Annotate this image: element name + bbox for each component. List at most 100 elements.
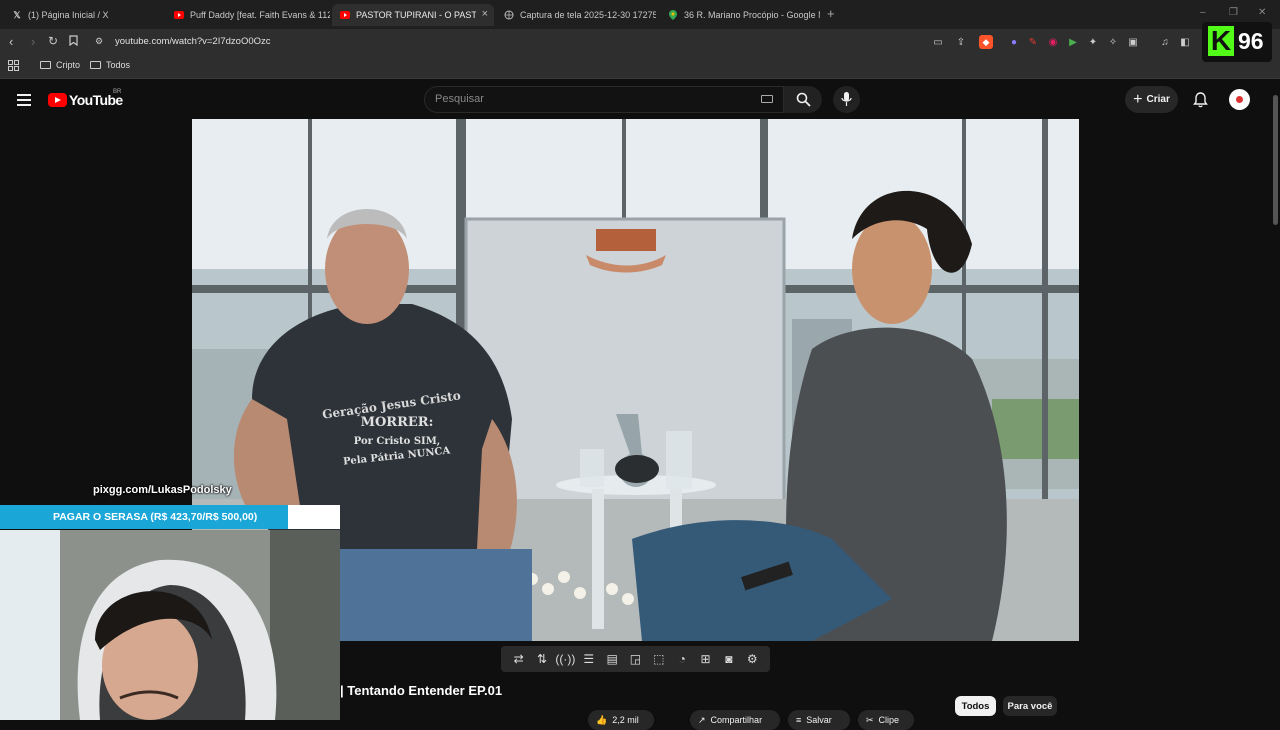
keyboard-icon[interactable] [761,95,773,103]
video-title: | Tentando Entender EP.01 [340,683,503,698]
add-icon[interactable]: ⊞ [698,651,714,667]
back-icon[interactable]: ‹ [9,34,13,49]
extension-purple-icon[interactable]: ● [1007,35,1021,49]
create-button[interactable]: + Criar [1125,86,1178,113]
site-settings-icon[interactable]: ⚙ [95,36,103,47]
tab-pastor-tupirani[interactable]: PASTOR TUPIRANI - O PASTO × [332,4,494,26]
maps-pin-icon [668,10,678,20]
cinema-mode-icon[interactable]: ▤ [604,651,620,667]
clip-button[interactable]: ✂ Clipe [858,710,914,730]
video-extension-toolbar: ⇄ ⇅ ((·)) ☰ ▤ ◲ ⬚ ◔ ⊞ ◙ ⚙ [501,646,770,672]
extension-pink-icon[interactable]: ◉ [1046,35,1060,49]
save-icon: ≡ [796,715,802,725]
notifications-bell-icon[interactable] [1193,92,1208,108]
account-avatar[interactable] [1229,89,1250,110]
like-count: 2,2 mil [612,715,639,725]
media-control-icon[interactable]: ♫ [1158,35,1172,49]
settings-gear-icon[interactable]: ⚙ [744,651,760,667]
tab-title: (1) Página Inicial / X [28,10,109,20]
donation-goal-text: PAGAR O SERASA (R$ 423,70/R$ 500,00) [53,511,258,523]
sidebar-toggle-icon[interactable]: ◧ [1178,35,1192,49]
apps-grid-icon[interactable] [8,60,19,71]
globe-icon [504,10,514,20]
speed-icon[interactable]: ◔ [674,651,690,667]
plus-icon: + [1133,90,1143,108]
tab-google-maps[interactable]: 36 R. Mariano Procópio - Google M [660,4,820,26]
extension-green-icon[interactable]: ▶ [1066,35,1080,49]
share-icon[interactable]: ⇪ [954,35,968,49]
thumbs-up-icon: 👍 [596,714,608,725]
tab-title: Puff Daddy [feat. Faith Evans & 112] [190,10,330,20]
extension-box-icon[interactable]: ▣ [1126,35,1140,49]
scrollbar-thumb[interactable] [1273,95,1278,225]
youtube-logo-icon[interactable] [48,93,67,107]
tab-title: PASTOR TUPIRANI - O PASTO [356,10,476,20]
search-box[interactable]: Pesquisar [424,86,784,113]
tab-puff-daddy[interactable]: Puff Daddy [feat. Faith Evans & 112] [166,4,330,26]
loop-icon[interactable]: ⇄ [511,651,527,667]
tab-x[interactable]: 𝕏 (1) Página Inicial / X [4,4,166,26]
brave-shield-icon[interactable]: ◆ [979,35,993,49]
create-label: Criar [1146,94,1170,105]
extension-gear-icon[interactable]: ✦ [1086,35,1100,49]
youtube-icon [340,10,350,20]
bookmark-label: Cripto [56,60,81,70]
search-input[interactable]: Pesquisar [435,93,484,105]
tab-title: 36 R. Mariano Procópio - Google M [684,10,820,20]
address-bar: ‹ › ↻ ⚙ youtube.com/watch?v=2I7dzoO0Ozc … [0,29,1280,55]
folder-icon [90,61,101,69]
reload-icon[interactable]: ↻ [48,34,58,48]
save-label: Salvar [806,715,832,725]
share-arrow-icon: ↗ [698,714,706,725]
hamburger-menu-icon[interactable] [17,94,31,106]
donation-url: pixgg.com/LukasPodolsky [93,484,232,496]
forward-icon[interactable]: › [31,34,35,49]
sort-icon[interactable]: ⇅ [534,651,550,667]
cast-icon[interactable]: ▭ [931,35,945,49]
country-code: BR [113,89,122,95]
audio-waves-icon[interactable]: ((·)) [555,651,575,667]
voice-search-button[interactable] [833,86,860,113]
tab-screenshot[interactable]: Captura de tela 2025-12-30 172756 [496,4,656,26]
page-scrollbar[interactable] [1271,80,1280,720]
chip-all[interactable]: Todos [955,696,996,716]
bookmark-folder-cripto[interactable]: Cripto [40,60,80,70]
share-button[interactable]: ↗ Compartilhar [690,710,780,730]
bookmarks-bar: Cripto Todos [0,55,1280,79]
streamer-webcam [0,530,340,720]
x-logo-icon: 𝕏 [13,9,21,20]
folder-icon [40,61,51,69]
search-button[interactable] [784,86,822,113]
fullscreen-window-icon[interactable]: ⬚ [651,651,667,667]
save-button[interactable]: ≡ Salvar [788,710,850,730]
browser-tab-bar: 𝕏 (1) Página Inicial / X Puff Daddy [fea… [0,0,1280,29]
picture-in-picture-icon[interactable]: ◲ [627,651,643,667]
chip-for-you[interactable]: Para você [1003,696,1057,716]
screenshot-icon[interactable]: ◙ [721,651,737,667]
clip-label: Clipe [878,715,900,725]
playlist-icon[interactable]: ☰ [581,651,597,667]
like-button[interactable]: 👍 2,2 mil [588,710,654,730]
bookmark-folder-todos[interactable]: Todos [90,60,130,70]
tab-title: Captura de tela 2025-12-30 172756 [520,10,656,20]
restore-icon[interactable]: ❐ [1229,7,1238,18]
extensions-puzzle-icon[interactable]: ✧ [1106,35,1120,49]
share-label: Compartilhar [710,715,763,725]
kick-viewer-badge: K 96 [1202,22,1272,62]
microphone-icon [841,92,852,106]
donation-goal-bar: PAGAR O SERASA (R$ 423,70/R$ 500,00) [0,505,340,529]
viewer-count: 96 [1238,28,1264,54]
kick-logo: K [1208,26,1234,56]
bookmark-icon[interactable] [69,34,78,49]
scissors-icon: ✂ [866,714,874,725]
shirt-text-line2: MORRER: [361,415,434,430]
close-window-icon[interactable]: ✕ [1258,7,1266,18]
url-field[interactable]: youtube.com/watch?v=2I7dzoO0Ozc [115,36,271,47]
minimize-icon[interactable]: – [1200,7,1206,18]
bookmark-label: Todos [106,60,131,70]
shirt-text-line3: Por Cristo SIM, [354,436,441,447]
youtube-header: YouTube BR Pesquisar + Criar [0,80,1280,120]
new-tab-icon[interactable]: + [827,6,835,21]
close-tab-icon[interactable]: × [482,8,488,20]
extension-red-icon[interactable]: ✎ [1026,35,1040,49]
